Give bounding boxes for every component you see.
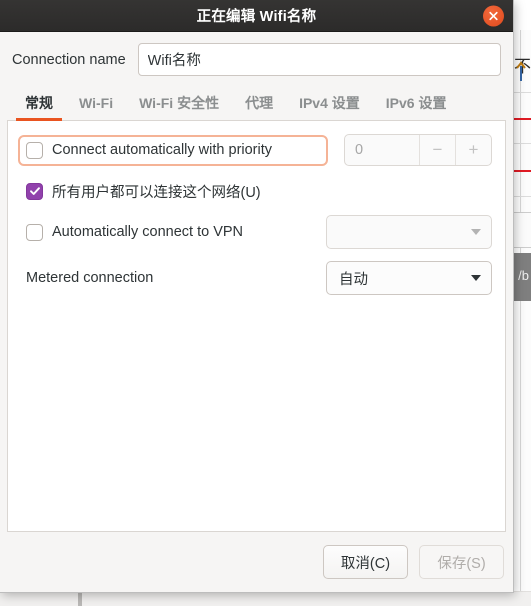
edit-connection-dialog: 正在编辑 Wifi名称 Connection name 常规 Wi-Fi Wi-… — [0, 0, 513, 592]
background-grey-bar-text: /b — [518, 268, 529, 283]
chevron-down-icon — [471, 275, 481, 281]
metered-connection-dropdown[interactable]: 自动 — [326, 261, 492, 295]
auto-vpn-label: Automatically connect to VPN — [52, 224, 244, 240]
priority-stepper[interactable]: 0 − + — [344, 134, 492, 166]
checkbox-box-icon — [26, 141, 43, 159]
background-arrow-icon — [516, 61, 526, 81]
tab-ipv6-settings[interactable]: IPv6 设置 — [373, 87, 460, 120]
save-button[interactable]: 保存(S) — [419, 545, 504, 579]
metered-connection-value: 自动 — [339, 271, 368, 288]
dialog-content: Connection name 常规 Wi-Fi Wi-Fi 安全性 代理 IP… — [0, 32, 513, 592]
connection-name-label: Connection name — [12, 51, 126, 68]
auto-vpn-row: Automatically connect to VPN — [18, 215, 495, 249]
tab-general[interactable]: 常规 — [12, 87, 66, 121]
checkbox-box-icon — [26, 223, 43, 241]
tab-panel-general: Connect automatically with priority 0 − … — [7, 121, 506, 532]
tab-wifi-security[interactable]: Wi-Fi 安全性 — [126, 87, 232, 120]
tab-proxy[interactable]: 代理 — [232, 87, 286, 120]
dialog-title: 正在编辑 Wifi名称 — [196, 9, 317, 25]
auto-connect-row: Connect automatically with priority 0 − … — [18, 133, 495, 167]
dialog-footer: 取消(C) 保存(S) — [0, 532, 513, 592]
background-scroll-column — [520, 30, 531, 606]
priority-value[interactable]: 0 — [345, 135, 419, 165]
all-users-label: 所有用户都可以连接这个网络(U) — [52, 184, 261, 201]
tab-wifi[interactable]: Wi-Fi — [66, 87, 126, 120]
metered-connection-label: Metered connection — [26, 270, 154, 286]
auto-connect-checkbox[interactable]: Connect automatically with priority — [26, 141, 273, 159]
checkbox-checked-icon — [26, 182, 43, 200]
all-users-row: 所有用户都可以连接这个网络(U) — [18, 174, 495, 208]
connection-name-input[interactable] — [137, 43, 501, 76]
chevron-down-icon — [471, 229, 481, 235]
connection-name-row: Connection name — [0, 32, 513, 85]
metered-connection-row: Metered connection 自动 — [18, 261, 495, 295]
dialog-titlebar: 正在编辑 Wifi名称 — [0, 0, 513, 32]
settings-notebook: 常规 Wi-Fi Wi-Fi 安全性 代理 IPv4 设置 IPv6 设置 Co… — [7, 86, 506, 532]
auto-vpn-checkbox[interactable]: Automatically connect to VPN — [18, 223, 244, 241]
desktop-bottom-divider — [78, 592, 82, 606]
auto-connect-focus-frame: Connect automatically with priority — [18, 134, 328, 166]
all-users-checkbox[interactable]: 所有用户都可以连接这个网络(U) — [18, 181, 261, 202]
close-icon[interactable] — [483, 5, 504, 26]
auto-connect-label: Connect automatically with priority — [52, 142, 273, 158]
cancel-button[interactable]: 取消(C) — [323, 545, 408, 579]
tab-ipv4-settings[interactable]: IPv4 设置 — [286, 87, 373, 120]
priority-decrement-button[interactable]: − — [419, 135, 455, 165]
priority-increment-button[interactable]: + — [455, 135, 491, 165]
vpn-connection-dropdown[interactable] — [326, 215, 492, 249]
tab-bar: 常规 Wi-Fi Wi-Fi 安全性 代理 IPv4 设置 IPv6 设置 — [7, 86, 506, 121]
